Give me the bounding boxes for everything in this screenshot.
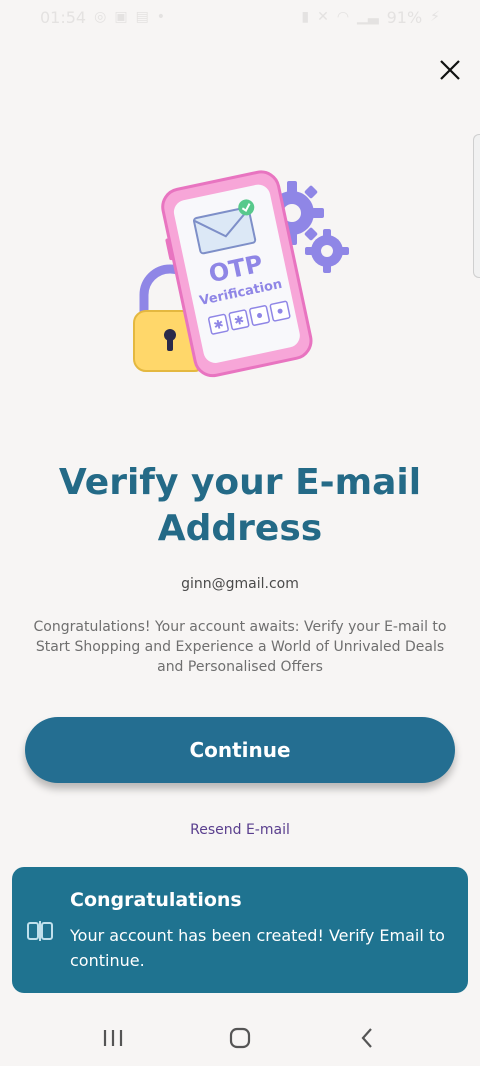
resend-email-link[interactable]: Resend E-mail <box>140 822 340 838</box>
recent-apps-icon <box>104 1030 123 1046</box>
signal-icon: ▁▃ <box>357 9 379 25</box>
home-icon <box>229 1027 251 1049</box>
close-button[interactable] <box>432 52 468 88</box>
status-right: ▮ ✕ ◠ ▁▃ 91% ⚡ <box>301 8 440 27</box>
status-bar: 01:54 ◎ ▣ ▤ • ▮ ✕ ◠ ▁▃ 91% ⚡ <box>0 0 480 34</box>
status-time: 01:54 <box>40 7 87 27</box>
mute-icon: ✕ <box>317 9 329 25</box>
battery-level: 91% <box>386 7 423 27</box>
back-icon <box>361 1028 372 1048</box>
wifi-icon: ◠ <box>336 9 350 25</box>
side-scroll-handle[interactable] <box>473 134 480 278</box>
page-title: Verify your E-mail Address <box>58 462 422 549</box>
recent-apps-button[interactable] <box>83 1018 143 1058</box>
close-icon <box>440 60 460 80</box>
user-email: ginn@gmail.com <box>181 576 299 592</box>
battery-saver-icon: ▮ <box>301 9 310 25</box>
back-button[interactable] <box>337 1018 397 1058</box>
toast-icon <box>27 921 53 941</box>
message-icon: ▤ <box>135 9 149 25</box>
otp-illustration: OTP Verification ✱ ✱ <box>133 170 349 378</box>
gallery-icon: ▣ <box>114 9 128 25</box>
status-left: 01:54 ◎ ▣ ▤ • <box>40 8 165 27</box>
page-description: Congratulations! Your account awaits: Ve… <box>33 619 447 675</box>
toast-title: Congratulations <box>70 889 242 911</box>
toast-notification: Congratulations Your account has been cr… <box>12 867 468 993</box>
charging-icon: ⚡ <box>430 9 440 25</box>
continue-button[interactable]: Continue <box>25 717 455 783</box>
home-button[interactable] <box>210 1018 270 1058</box>
toast-message: Your account has been created! Verify Em… <box>70 926 445 970</box>
notification-icon: ◎ <box>94 9 107 25</box>
dot-icon: • <box>156 9 166 25</box>
navigation-bar <box>0 1010 480 1066</box>
